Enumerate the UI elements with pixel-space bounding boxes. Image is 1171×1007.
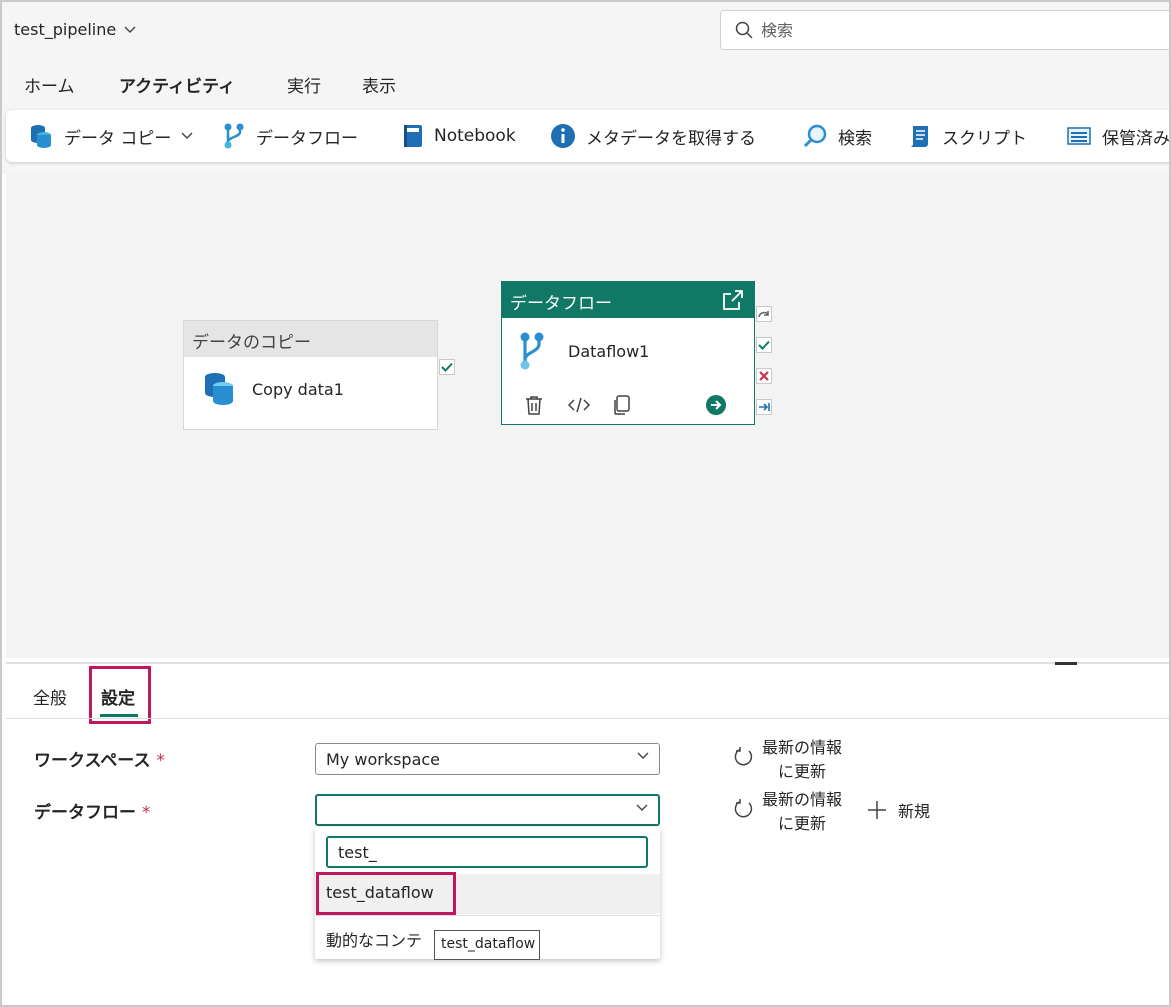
dataflow-icon: [224, 123, 244, 149]
lookup-icon: [803, 124, 827, 148]
activity-name: Copy data1: [252, 379, 344, 399]
success-port-check-icon[interactable]: [439, 359, 455, 375]
info-icon: [551, 124, 575, 148]
settings-tab-highlight: [89, 666, 151, 724]
success-port-check-icon[interactable]: [756, 337, 772, 353]
refresh-icon: [734, 799, 753, 818]
app-window: test_pipeline ホーム アクティビティ 実行 表示 データ コピー: [0, 0, 1171, 1007]
tooltip: test_dataflow: [434, 930, 540, 960]
dataflow-label: データフロー *: [34, 803, 151, 823]
option-highlight: [316, 872, 456, 915]
activity-type-label: データフロー: [510, 294, 612, 314]
tab-home[interactable]: ホーム: [24, 72, 75, 103]
completion-port-arrow-icon[interactable]: [756, 399, 772, 415]
refresh-label: 最新の情報: [762, 738, 843, 757]
dataflow-icon: [520, 332, 544, 370]
script-label: スクリプト: [942, 128, 1027, 149]
tab-activities[interactable]: アクティビティ: [119, 72, 236, 106]
plus-icon: [868, 801, 886, 819]
failure-port-x-icon[interactable]: [756, 368, 772, 384]
notebook-label: Notebook: [434, 126, 516, 146]
refresh-dataflow-button[interactable]: 最新の情報 に更新: [732, 788, 842, 836]
new-dataflow-button[interactable]: 新規: [866, 798, 930, 822]
dataflow-select[interactable]: [315, 794, 660, 826]
notebook-button[interactable]: Notebook: [402, 122, 516, 150]
workspace-label: ワークスペース *: [34, 751, 165, 771]
activity-name: Dataflow1: [568, 341, 650, 361]
activities-ribbon: データ コピー データフロー Notebook メタデータを取得する 検索 スク…: [6, 110, 1170, 162]
refresh-label: 最新の情報: [762, 790, 843, 809]
refresh-label: に更新: [778, 814, 827, 833]
tab-view[interactable]: 表示: [362, 72, 396, 103]
dropdown-separator: [315, 915, 660, 916]
chevron-down-icon: [636, 804, 648, 811]
workspace-value: My workspace: [326, 750, 441, 769]
delete-icon[interactable]: [523, 394, 545, 416]
refresh-workspace-button[interactable]: 最新の情報 に更新: [732, 736, 842, 784]
search-icon: [735, 21, 753, 39]
pipeline-name: test_pipeline: [14, 20, 117, 39]
copy-data-activity-node[interactable]: データのコピー Copy data1: [183, 320, 438, 430]
script-icon: [910, 126, 928, 147]
refresh-icon: [734, 747, 753, 766]
refresh-label: に更新: [778, 762, 827, 781]
notebook-icon: [404, 125, 422, 147]
title-bar: test_pipeline: [2, 2, 1169, 62]
panel-separator: [6, 718, 1169, 719]
tab-run[interactable]: 実行: [287, 72, 321, 103]
lookup-label: 検索: [838, 128, 872, 149]
code-icon[interactable]: [567, 394, 591, 416]
copy-data-label: データ コピー: [64, 128, 172, 149]
get-metadata-label: メタデータを取得する: [586, 128, 756, 149]
chevron-down-icon: [637, 752, 649, 759]
stored-procedure-icon: [1067, 127, 1091, 145]
copy-data-button[interactable]: データ コピー: [28, 122, 193, 150]
chevron-down-icon: [181, 132, 193, 139]
open-external-icon[interactable]: [721, 288, 745, 312]
dataflow-button[interactable]: データフロー: [222, 122, 358, 150]
get-metadata-button[interactable]: メタデータを取得する: [550, 122, 756, 150]
database-icon: [31, 125, 51, 148]
dataflow-label: データフロー: [256, 128, 358, 149]
stored-procedure-button[interactable]: 保管済み: [1066, 122, 1170, 150]
workspace-select[interactable]: My workspace: [315, 743, 660, 775]
pipeline-name-dropdown[interactable]: test_pipeline: [14, 20, 136, 39]
copy-icon[interactable]: [611, 394, 633, 416]
script-button[interactable]: スクリプト: [906, 122, 1027, 150]
dataflow-activity-node[interactable]: データフロー Dataflow1: [501, 281, 755, 425]
activity-type-label: データのコピー: [184, 321, 437, 357]
search-box[interactable]: [720, 10, 1169, 50]
lookup-button[interactable]: 検索: [802, 122, 872, 150]
dropdown-filter-input[interactable]: [326, 836, 648, 868]
new-label: 新規: [898, 802, 931, 821]
chevron-down-icon: [124, 26, 136, 33]
stored-procedure-label: 保管済み: [1102, 128, 1170, 149]
panel-divider: [6, 662, 1169, 664]
search-input[interactable]: [761, 20, 1141, 40]
resize-handle[interactable]: [1055, 662, 1077, 665]
tab-general[interactable]: 全般: [33, 684, 67, 709]
arrow-right-circle-icon[interactable]: [705, 394, 727, 416]
database-icon: [205, 373, 233, 405]
skip-port-icon[interactable]: [756, 306, 772, 322]
